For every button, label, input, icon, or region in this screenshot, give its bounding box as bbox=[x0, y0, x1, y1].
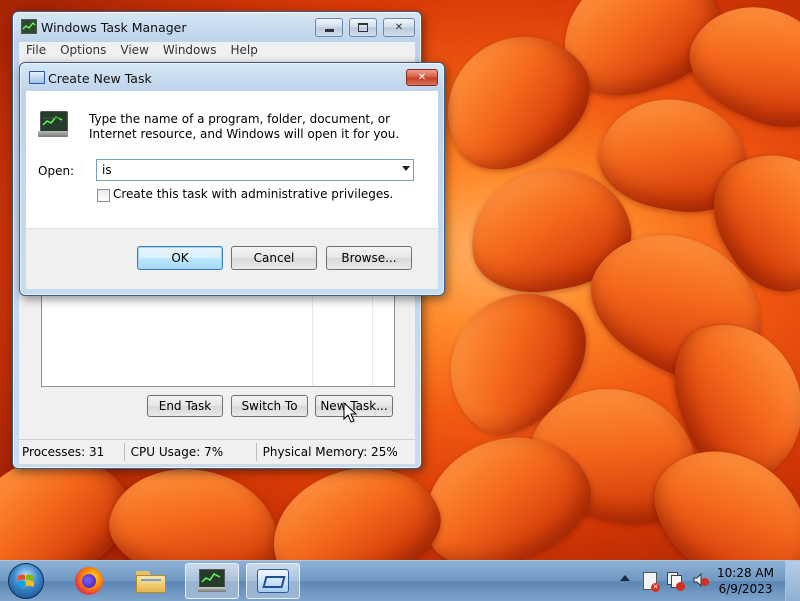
folder-icon bbox=[136, 569, 166, 593]
dialog-description: Type the name of a program, folder, docu… bbox=[89, 112, 400, 141]
status-memory: Physical Memory: 25% bbox=[262, 445, 398, 459]
windows-logo-icon bbox=[8, 563, 44, 599]
close-icon: ✕ bbox=[417, 72, 427, 83]
taskbar: ✕ 10:28 AM 6/9/2023 bbox=[0, 560, 800, 601]
wallpaper-petal bbox=[101, 456, 289, 560]
menu-bar: File Options View Windows Help bbox=[19, 42, 415, 60]
minimize-button[interactable] bbox=[315, 18, 343, 37]
dialog-close-button[interactable]: ✕ bbox=[406, 69, 438, 86]
open-label: Open: bbox=[38, 164, 75, 178]
task-manager-app-icon bbox=[21, 19, 37, 34]
close-button[interactable]: ✕ bbox=[383, 18, 415, 37]
taskbar-firefox[interactable] bbox=[62, 563, 116, 599]
taskbar-clock[interactable]: 10:28 AM 6/9/2023 bbox=[717, 565, 774, 597]
menu-view[interactable]: View bbox=[113, 42, 155, 60]
network-icon[interactable] bbox=[667, 572, 685, 591]
create-new-task-dialog[interactable]: Create New Task ✕ Type the name of a pro… bbox=[19, 62, 445, 296]
task-manager-icon bbox=[198, 569, 226, 593]
mouse-cursor-icon bbox=[343, 402, 357, 423]
clock-date: 6/9/2023 bbox=[718, 582, 773, 596]
menu-options[interactable]: Options bbox=[53, 42, 113, 60]
status-processes: Processes: 31 bbox=[19, 443, 125, 461]
chevron-down-icon[interactable] bbox=[402, 166, 410, 171]
volume-muted-icon[interactable] bbox=[693, 572, 709, 588]
menu-windows[interactable]: Windows bbox=[156, 42, 224, 60]
start-button[interactable] bbox=[6, 562, 46, 600]
menu-file[interactable]: File bbox=[19, 42, 53, 60]
open-input-value[interactable]: is bbox=[102, 163, 112, 177]
open-combobox[interactable]: is bbox=[96, 159, 414, 181]
menu-help[interactable]: Help bbox=[223, 42, 264, 60]
firefox-icon bbox=[75, 567, 103, 595]
end-task-button[interactable]: End Task bbox=[147, 395, 223, 417]
action-center-icon[interactable]: ✕ bbox=[643, 572, 660, 592]
list-column-divider bbox=[372, 291, 373, 386]
taskbar-task-manager[interactable] bbox=[185, 563, 239, 599]
ok-button[interactable]: OK bbox=[137, 246, 223, 270]
taskbar-create-new-task[interactable] bbox=[246, 563, 300, 599]
maximize-button[interactable] bbox=[349, 18, 377, 37]
taskbar-file-explorer[interactable] bbox=[124, 563, 178, 599]
dialog-footer: OK Cancel Browse... bbox=[26, 228, 438, 289]
clock-time: 10:28 AM bbox=[717, 566, 774, 580]
dialog-title: Create New Task bbox=[48, 71, 152, 86]
list-column-divider bbox=[312, 291, 313, 386]
dialog-app-icon bbox=[29, 71, 45, 84]
minimize-icon bbox=[324, 28, 334, 32]
browse-button[interactable]: Browse... bbox=[326, 246, 412, 270]
task-manager-titlebar[interactable]: Windows Task Manager ✕ bbox=[13, 12, 421, 40]
status-cpu: CPU Usage: 7% bbox=[125, 443, 257, 461]
task-manager-title: Windows Task Manager bbox=[41, 20, 187, 35]
cancel-button[interactable]: Cancel bbox=[231, 246, 317, 270]
status-bar: Processes: 31 CPU Usage: 7% Physical Mem… bbox=[19, 439, 415, 464]
switch-to-button[interactable]: Switch To bbox=[231, 395, 308, 417]
maximize-icon bbox=[358, 23, 368, 32]
close-icon: ✕ bbox=[394, 22, 404, 33]
dialog-titlebar[interactable]: Create New Task ✕ bbox=[20, 63, 444, 91]
admin-privileges-checkbox[interactable] bbox=[97, 189, 110, 202]
program-icon bbox=[38, 111, 70, 139]
admin-privileges-label[interactable]: Create this task with administrative pri… bbox=[113, 187, 393, 201]
run-dialog-icon bbox=[257, 569, 289, 593]
show-desktop-button[interactable] bbox=[785, 561, 800, 601]
applications-list[interactable] bbox=[41, 290, 395, 387]
show-hidden-icons-icon[interactable] bbox=[620, 575, 630, 581]
